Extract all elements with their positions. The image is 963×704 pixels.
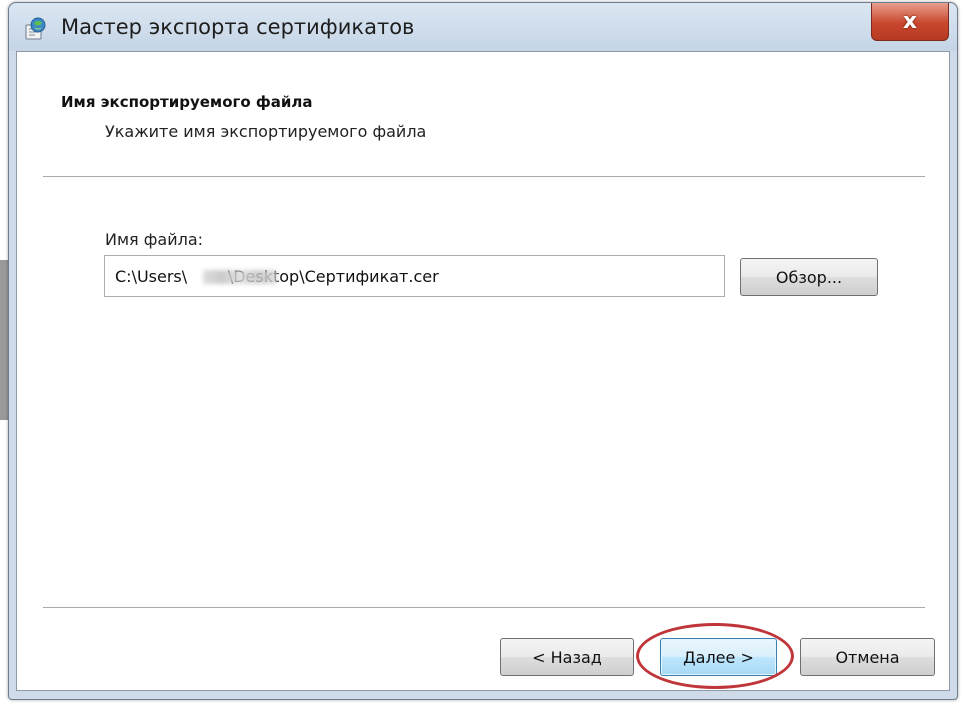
browse-button[interactable]: Обзор...: [740, 258, 878, 296]
wizard-page: Имя экспортируемого файла Укажите имя эк…: [16, 51, 950, 691]
title-bar[interactable]: Мастер экспорта сертификатов x: [9, 3, 957, 51]
redacted-username: [203, 270, 277, 284]
back-button[interactable]: < Назад: [500, 638, 634, 676]
page-subtitle: Укажите имя экспортируемого файла: [105, 122, 427, 141]
file-name-label: Имя файла:: [105, 230, 204, 249]
close-icon: x: [902, 9, 918, 34]
page-title: Имя экспортируемого файла: [61, 93, 313, 111]
footer-divider: [43, 607, 925, 609]
next-button[interactable]: Далее >: [660, 638, 777, 676]
background-edge: [0, 260, 8, 420]
close-button[interactable]: x: [871, 3, 949, 41]
certificate-wizard-icon: [25, 17, 46, 40]
window-title: Мастер экспорта сертификатов: [61, 15, 415, 39]
export-wizard-window: Мастер экспорта сертификатов x Имя экспо…: [8, 2, 958, 700]
header-divider: [43, 176, 925, 178]
cancel-button[interactable]: Отмена: [800, 638, 935, 676]
file-name-input[interactable]: [104, 255, 725, 297]
